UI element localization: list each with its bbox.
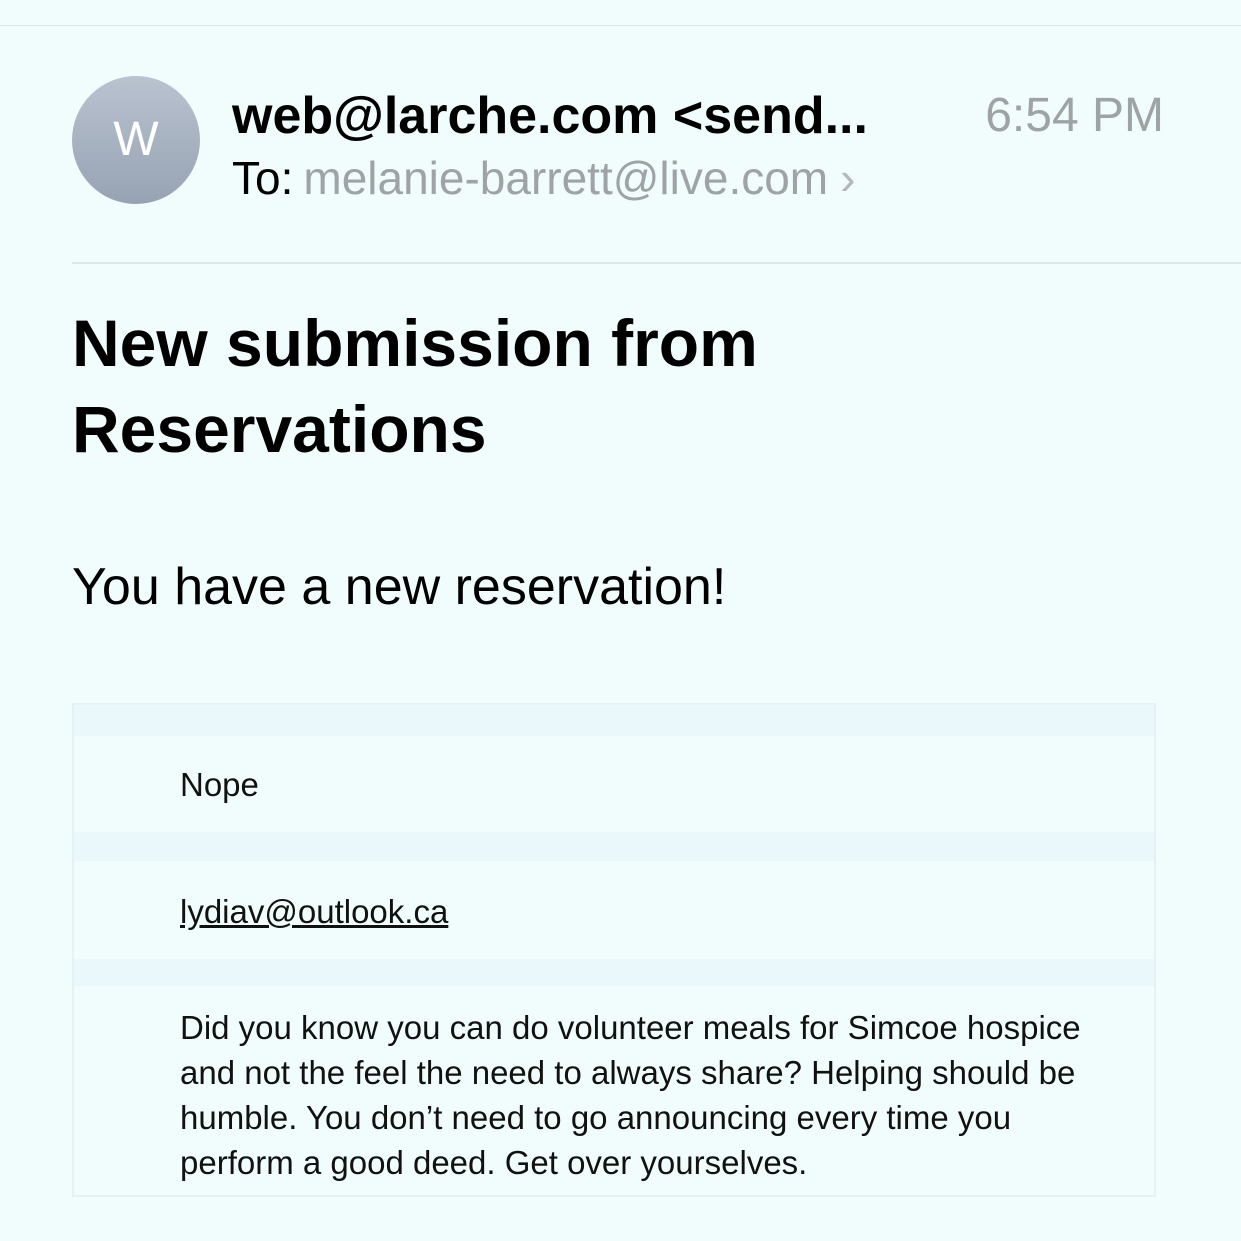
recipient-address[interactable]: melanie-barrett@live.com <box>303 152 828 204</box>
email-link[interactable]: lydiav@outlook.ca <box>180 893 448 930</box>
header-divider <box>72 262 1241 264</box>
sent-time: 6:54 PM <box>985 89 1164 142</box>
row-spacer <box>74 832 1154 861</box>
field-value-email: lydiav@outlook.ca <box>180 889 1124 934</box>
top-divider <box>0 25 1241 26</box>
row-spacer <box>74 959 1154 986</box>
to-label: To: <box>232 152 294 204</box>
submission-field: Did you know you can do volunteer meals … <box>74 986 1154 1195</box>
submission-field: Nope <box>74 736 1154 832</box>
recipient-line[interactable]: To: melanie-barrett@live.com › <box>232 150 855 206</box>
email-intro: You have a new reservation! <box>72 558 727 616</box>
chevron-right-icon[interactable]: › <box>840 152 855 204</box>
submission-field: lydiav@outlook.ca <box>74 861 1154 959</box>
email-header: W web@larche.com <send... 6:54 PM To: mel… <box>72 76 1172 206</box>
field-value-message: Did you know you can do volunteer meals … <box>180 1009 1081 1181</box>
field-value-name: Nope <box>180 766 259 803</box>
email-subject: New submission from Reservations <box>72 306 758 466</box>
row-spacer <box>74 705 1154 736</box>
sender-avatar[interactable]: W <box>72 76 200 204</box>
submission-table: Nope lydiav@outlook.ca Did you know you … <box>72 703 1156 1197</box>
sender-name[interactable]: web@larche.com <send... <box>232 86 932 146</box>
